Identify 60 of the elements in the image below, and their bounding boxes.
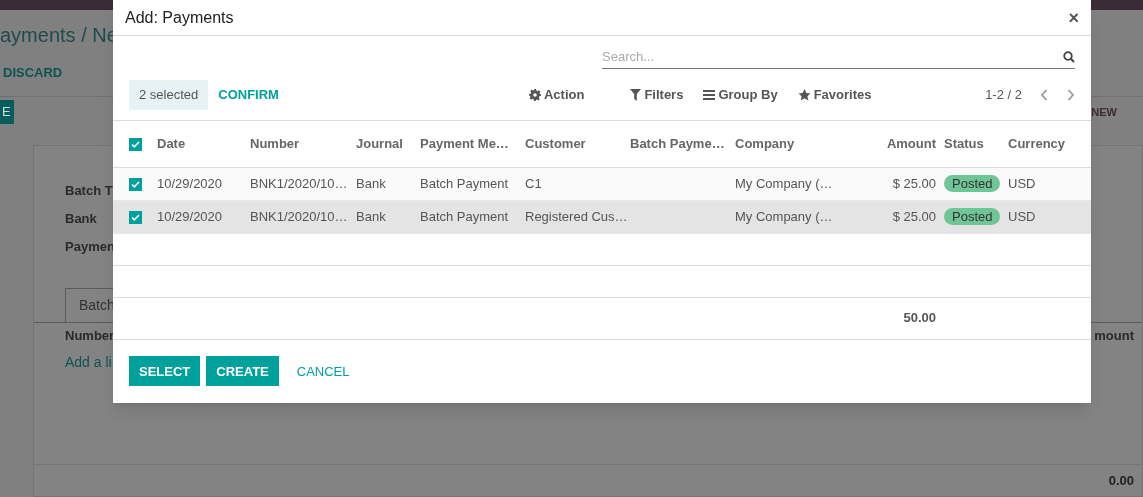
column-header[interactable]: Date [157, 121, 250, 167]
star-icon [797, 89, 811, 101]
checkbox[interactable] [129, 177, 142, 191]
field-label: Paymen [65, 238, 115, 256]
column-header: mount [1094, 327, 1135, 346]
menu-icon [703, 90, 716, 100]
dialog-title: Add: Payments [125, 7, 234, 28]
primary-button[interactable]: CREATE [206, 356, 279, 387]
filter-icon [630, 89, 642, 101]
primary-button[interactable]: SELECT [129, 356, 201, 387]
table-cell: USD [1008, 208, 1036, 224]
table-cell: BNK1/2020/10… [250, 208, 348, 224]
cancel-link[interactable]: CANCEL [286, 356, 360, 387]
column-header[interactable]: Status [944, 121, 1008, 167]
close-button[interactable]: × [1068, 8, 1079, 27]
table-cell: My Company (… [735, 175, 833, 191]
pager-value: 1-2 / 2 [985, 86, 1022, 105]
checkbox[interactable] [129, 210, 142, 224]
total-amount: 50.00 [902, 309, 936, 328]
selection-count: 2 selected [129, 80, 209, 110]
table-cell: Bank [356, 208, 386, 224]
toolbar-button[interactable]: Group By [703, 85, 778, 105]
gear-icon [528, 89, 541, 101]
next-icon[interactable] [1067, 89, 1075, 101]
table-cell: USD [1008, 175, 1036, 191]
status-badge: Posted [944, 174, 1001, 192]
table-cell: $ 25.00 [892, 208, 936, 224]
column-header[interactable]: Company [735, 121, 840, 167]
table-cell: My Company (… [735, 208, 833, 224]
table-cell: Batch Payment [420, 208, 509, 224]
toolbar-button[interactable]: Favorites [797, 85, 872, 105]
table-cell: Registered Cus… [525, 208, 628, 224]
search-field[interactable]: Search... [602, 47, 1063, 67]
status-badge: Posted [944, 207, 1001, 225]
confirm-link[interactable]: CONFIRM [218, 85, 279, 105]
table-cell: Bank [356, 175, 386, 191]
table-cell: Batch Payment [420, 175, 509, 191]
table-cell: 10/29/2020 [157, 175, 223, 191]
toolbar-button[interactable]: Filters [630, 85, 684, 105]
column-header: Number [65, 327, 115, 346]
field-label: Batch T [65, 182, 113, 200]
table-cell: 10/29/2020 [157, 208, 223, 224]
checkbox[interactable] [129, 138, 142, 151]
table-cell: BNK1/2020/10… [250, 175, 348, 191]
column-header[interactable]: Amount [840, 121, 944, 167]
column-header[interactable]: Journal [356, 121, 420, 167]
column-header[interactable]: Currency [1008, 121, 1091, 167]
search-icon[interactable] [1063, 51, 1075, 63]
table-cell: C1 [525, 175, 542, 191]
column-header[interactable]: Payment Me… [420, 121, 525, 167]
field-label: Bank [65, 210, 97, 228]
column-header[interactable]: Number [250, 121, 356, 167]
primary-button[interactable]: E [0, 100, 14, 124]
previous-icon[interactable] [1040, 89, 1048, 101]
toolbar-button[interactable]: Action [528, 85, 585, 105]
total-amount: 0.00 [1108, 471, 1134, 490]
table-cell: $ 25.00 [892, 175, 936, 191]
column-header[interactable]: Customer [525, 121, 630, 167]
status-step[interactable]: NEW [1091, 103, 1143, 121]
column-header[interactable]: Batch Payme… [630, 121, 735, 167]
